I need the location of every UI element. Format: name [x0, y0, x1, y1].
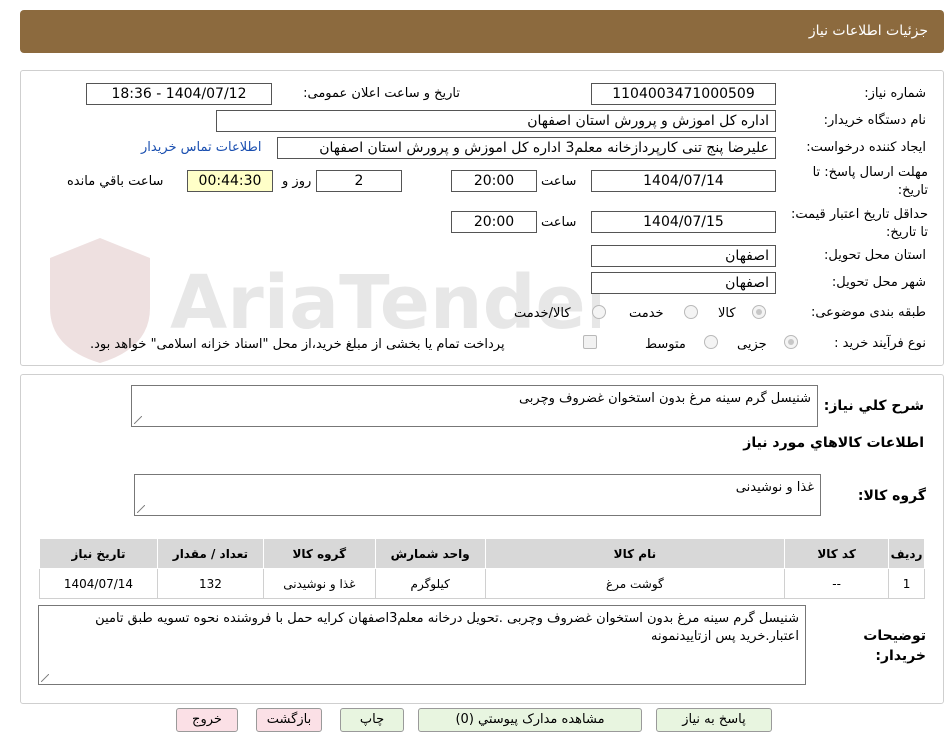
resize-grip-icon[interactable] — [41, 674, 49, 682]
deadline-date-field: 1404/07/14 — [591, 170, 776, 192]
category-radio-goods-service[interactable] — [592, 305, 606, 319]
deadline-time-field: 20:00 — [451, 170, 537, 192]
need-number-field: 1104003471000509 — [591, 83, 776, 105]
deadline-label: مهلت ارسال پاسخ: تا تاریخ: — [812, 165, 928, 198]
cell-name: گوشت مرغ — [484, 568, 786, 599]
city-field: اصفهان — [591, 272, 776, 294]
days-label: روز و — [282, 174, 312, 189]
exit-button[interactable]: خروج — [176, 708, 238, 732]
validity-time-field: 20:00 — [451, 211, 537, 233]
resize-grip-icon[interactable] — [137, 505, 145, 513]
summary-text: شنیسل گرم سینه مرغ بدون استخوان غضروف وچ… — [518, 391, 811, 406]
summary-label: شرح کلي نياز: — [823, 398, 924, 414]
treasury-checkbox[interactable] — [583, 335, 597, 349]
col-header-quantity: تعداد / مقدار — [156, 538, 264, 569]
goods-group-label: گروه کالا: — [857, 488, 926, 504]
category-radio-service[interactable] — [684, 305, 698, 319]
cell-row-number: 1 — [888, 568, 925, 599]
purchase-option-medium: متوسط — [645, 337, 686, 352]
purchase-radio-minor[interactable] — [784, 335, 798, 349]
buyer-org-field: اداره کل اموزش و پرورش استان اصفهان — [216, 110, 776, 132]
validity-time-label: ساعت — [541, 215, 577, 230]
category-radio-goods[interactable] — [752, 305, 766, 319]
treasury-note: پرداخت تمام یا بخشی از مبلغ خرید،از محل … — [90, 337, 505, 352]
goods-group-text: غذا و نوشیدنی — [735, 480, 814, 495]
validity-date-field: 1404/07/15 — [591, 211, 776, 233]
cell-group: غذا و نوشیدنی — [262, 568, 376, 599]
announce-field: 1404/07/12 - 18:36 — [86, 83, 272, 105]
summary-textarea[interactable]: شنیسل گرم سینه مرغ بدون استخوان غضروف وچ… — [131, 385, 818, 427]
goods-section-title: اطلاعات کالاهاي مورد نياز — [743, 435, 924, 451]
category-label: طبقه بندی موضوعی: — [810, 305, 926, 320]
province-label: استان محل تحویل: — [824, 248, 926, 263]
attachments-button[interactable]: مشاهده مدارک پيوستي (0) — [418, 708, 642, 732]
remaining-time-field: 00:44:30 — [187, 170, 273, 192]
page-header: جزئیات اطلاعات نیاز — [20, 10, 944, 53]
goods-group-textarea[interactable]: غذا و نوشیدنی — [134, 474, 821, 516]
goods-table: رديف کد کالا نام کالا واحد شمارش گروه کا… — [39, 538, 925, 599]
requester-label: ایجاد کننده درخواست: — [806, 140, 926, 155]
need-number-label: شماره نیاز: — [864, 86, 926, 101]
buyer-org-label: نام دستگاه خریدار: — [823, 113, 926, 128]
cell-quantity: 132 — [156, 568, 264, 599]
buyer-notes-text: شنیسل گرم سینه مرغ بدون استخوان غضروف وچ… — [95, 611, 799, 644]
validity-label: حداقل تاریخ اعتبار قیمت: تا تاریخ: — [790, 207, 928, 240]
remaining-label: ساعت باقي مانده — [67, 174, 164, 189]
buyer-notes-textarea[interactable]: شنیسل گرم سینه مرغ بدون استخوان غضروف وچ… — [38, 605, 806, 685]
buyer-notes-label: توضيحات خريدار: — [863, 628, 926, 664]
announce-label: تاریخ و ساعت اعلان عمومی: — [303, 86, 460, 101]
col-header-group: گروه کالا — [262, 538, 376, 569]
purchase-type-label: نوع فرآیند خرید : — [834, 336, 926, 351]
category-option-service: خدمت — [629, 306, 664, 321]
reply-button[interactable]: پاسخ به نياز — [656, 708, 772, 732]
purchase-option-minor: جزیی — [737, 337, 767, 352]
category-option-goods-service: کالا/خدمت — [514, 306, 571, 321]
cell-date: 1404/07/14 — [39, 568, 158, 599]
purchase-radio-medium[interactable] — [704, 335, 718, 349]
cell-code: -- — [784, 568, 890, 599]
cell-unit: کیلوگرم — [374, 568, 486, 599]
col-header-code: کد کالا — [784, 538, 890, 569]
back-button[interactable]: بازگشت — [256, 708, 322, 732]
table-row: 1 -- گوشت مرغ کیلوگرم غذا و نوشیدنی 132 … — [39, 568, 925, 599]
province-field: اصفهان — [591, 245, 776, 267]
resize-grip-icon[interactable] — [134, 416, 142, 424]
days-field: 2 — [316, 170, 402, 192]
col-header-date: تاريخ نياز — [39, 538, 158, 569]
city-label: شهر محل تحویل: — [831, 275, 926, 290]
col-header-row-number: رديف — [888, 538, 925, 569]
buyer-contact-link[interactable]: اطلاعات تماس خریدار — [141, 140, 261, 155]
requester-field: علیرضا پنج تنی کارپردازخانه معلم3 اداره … — [277, 137, 776, 159]
goods-table-header: رديف کد کالا نام کالا واحد شمارش گروه کا… — [39, 538, 925, 569]
print-button[interactable]: چاپ — [340, 708, 404, 732]
col-header-name: نام کالا — [484, 538, 786, 569]
page-title: جزئیات اطلاعات نیاز — [808, 23, 928, 39]
deadline-time-label: ساعت — [541, 174, 577, 189]
category-option-goods: کالا — [718, 306, 736, 321]
col-header-unit: واحد شمارش — [374, 538, 486, 569]
